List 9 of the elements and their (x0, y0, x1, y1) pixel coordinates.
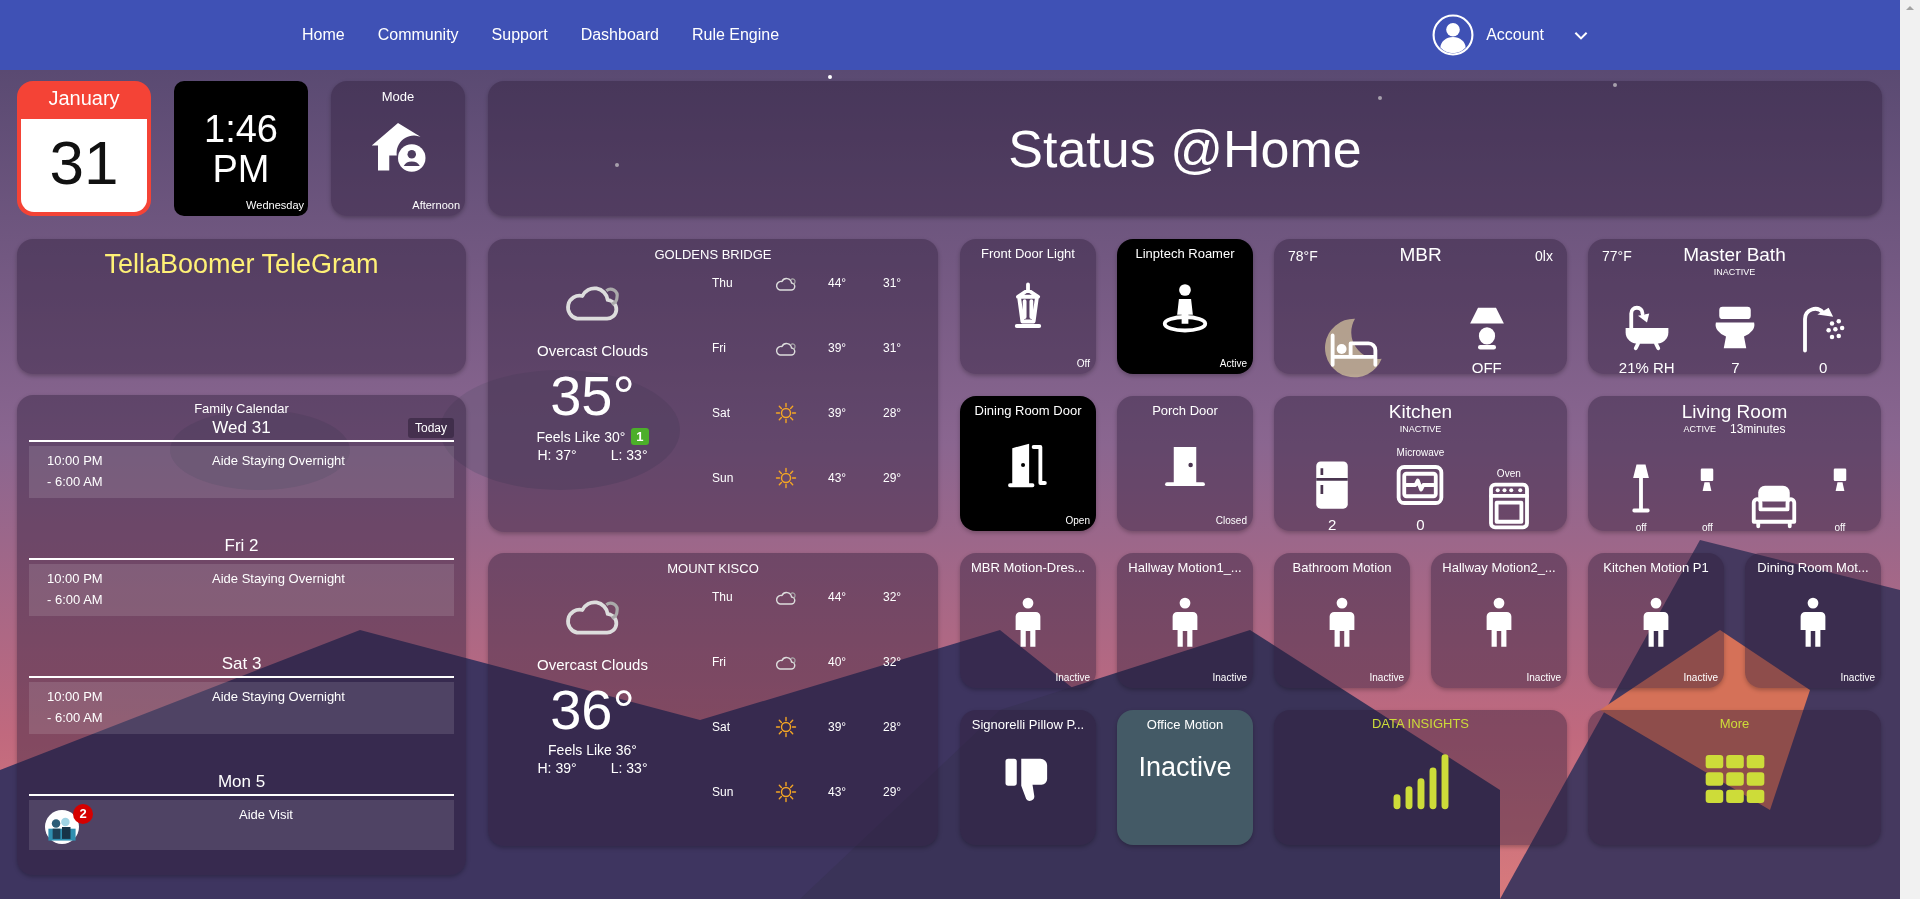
nav-link[interactable]: Rule Engine (691, 26, 780, 44)
account-menu[interactable]: Account (1432, 14, 1590, 56)
nav-link[interactable]: Community (377, 26, 459, 44)
nav-link[interactable]: Support (491, 26, 548, 44)
nav-link[interactable]: Home (302, 26, 345, 44)
nav-link[interactable]: Dashboard (580, 26, 659, 44)
account-label: Account (1486, 26, 1544, 44)
account-avatar-icon (1432, 14, 1475, 56)
scrollbar[interactable] (1900, 0, 1920, 899)
